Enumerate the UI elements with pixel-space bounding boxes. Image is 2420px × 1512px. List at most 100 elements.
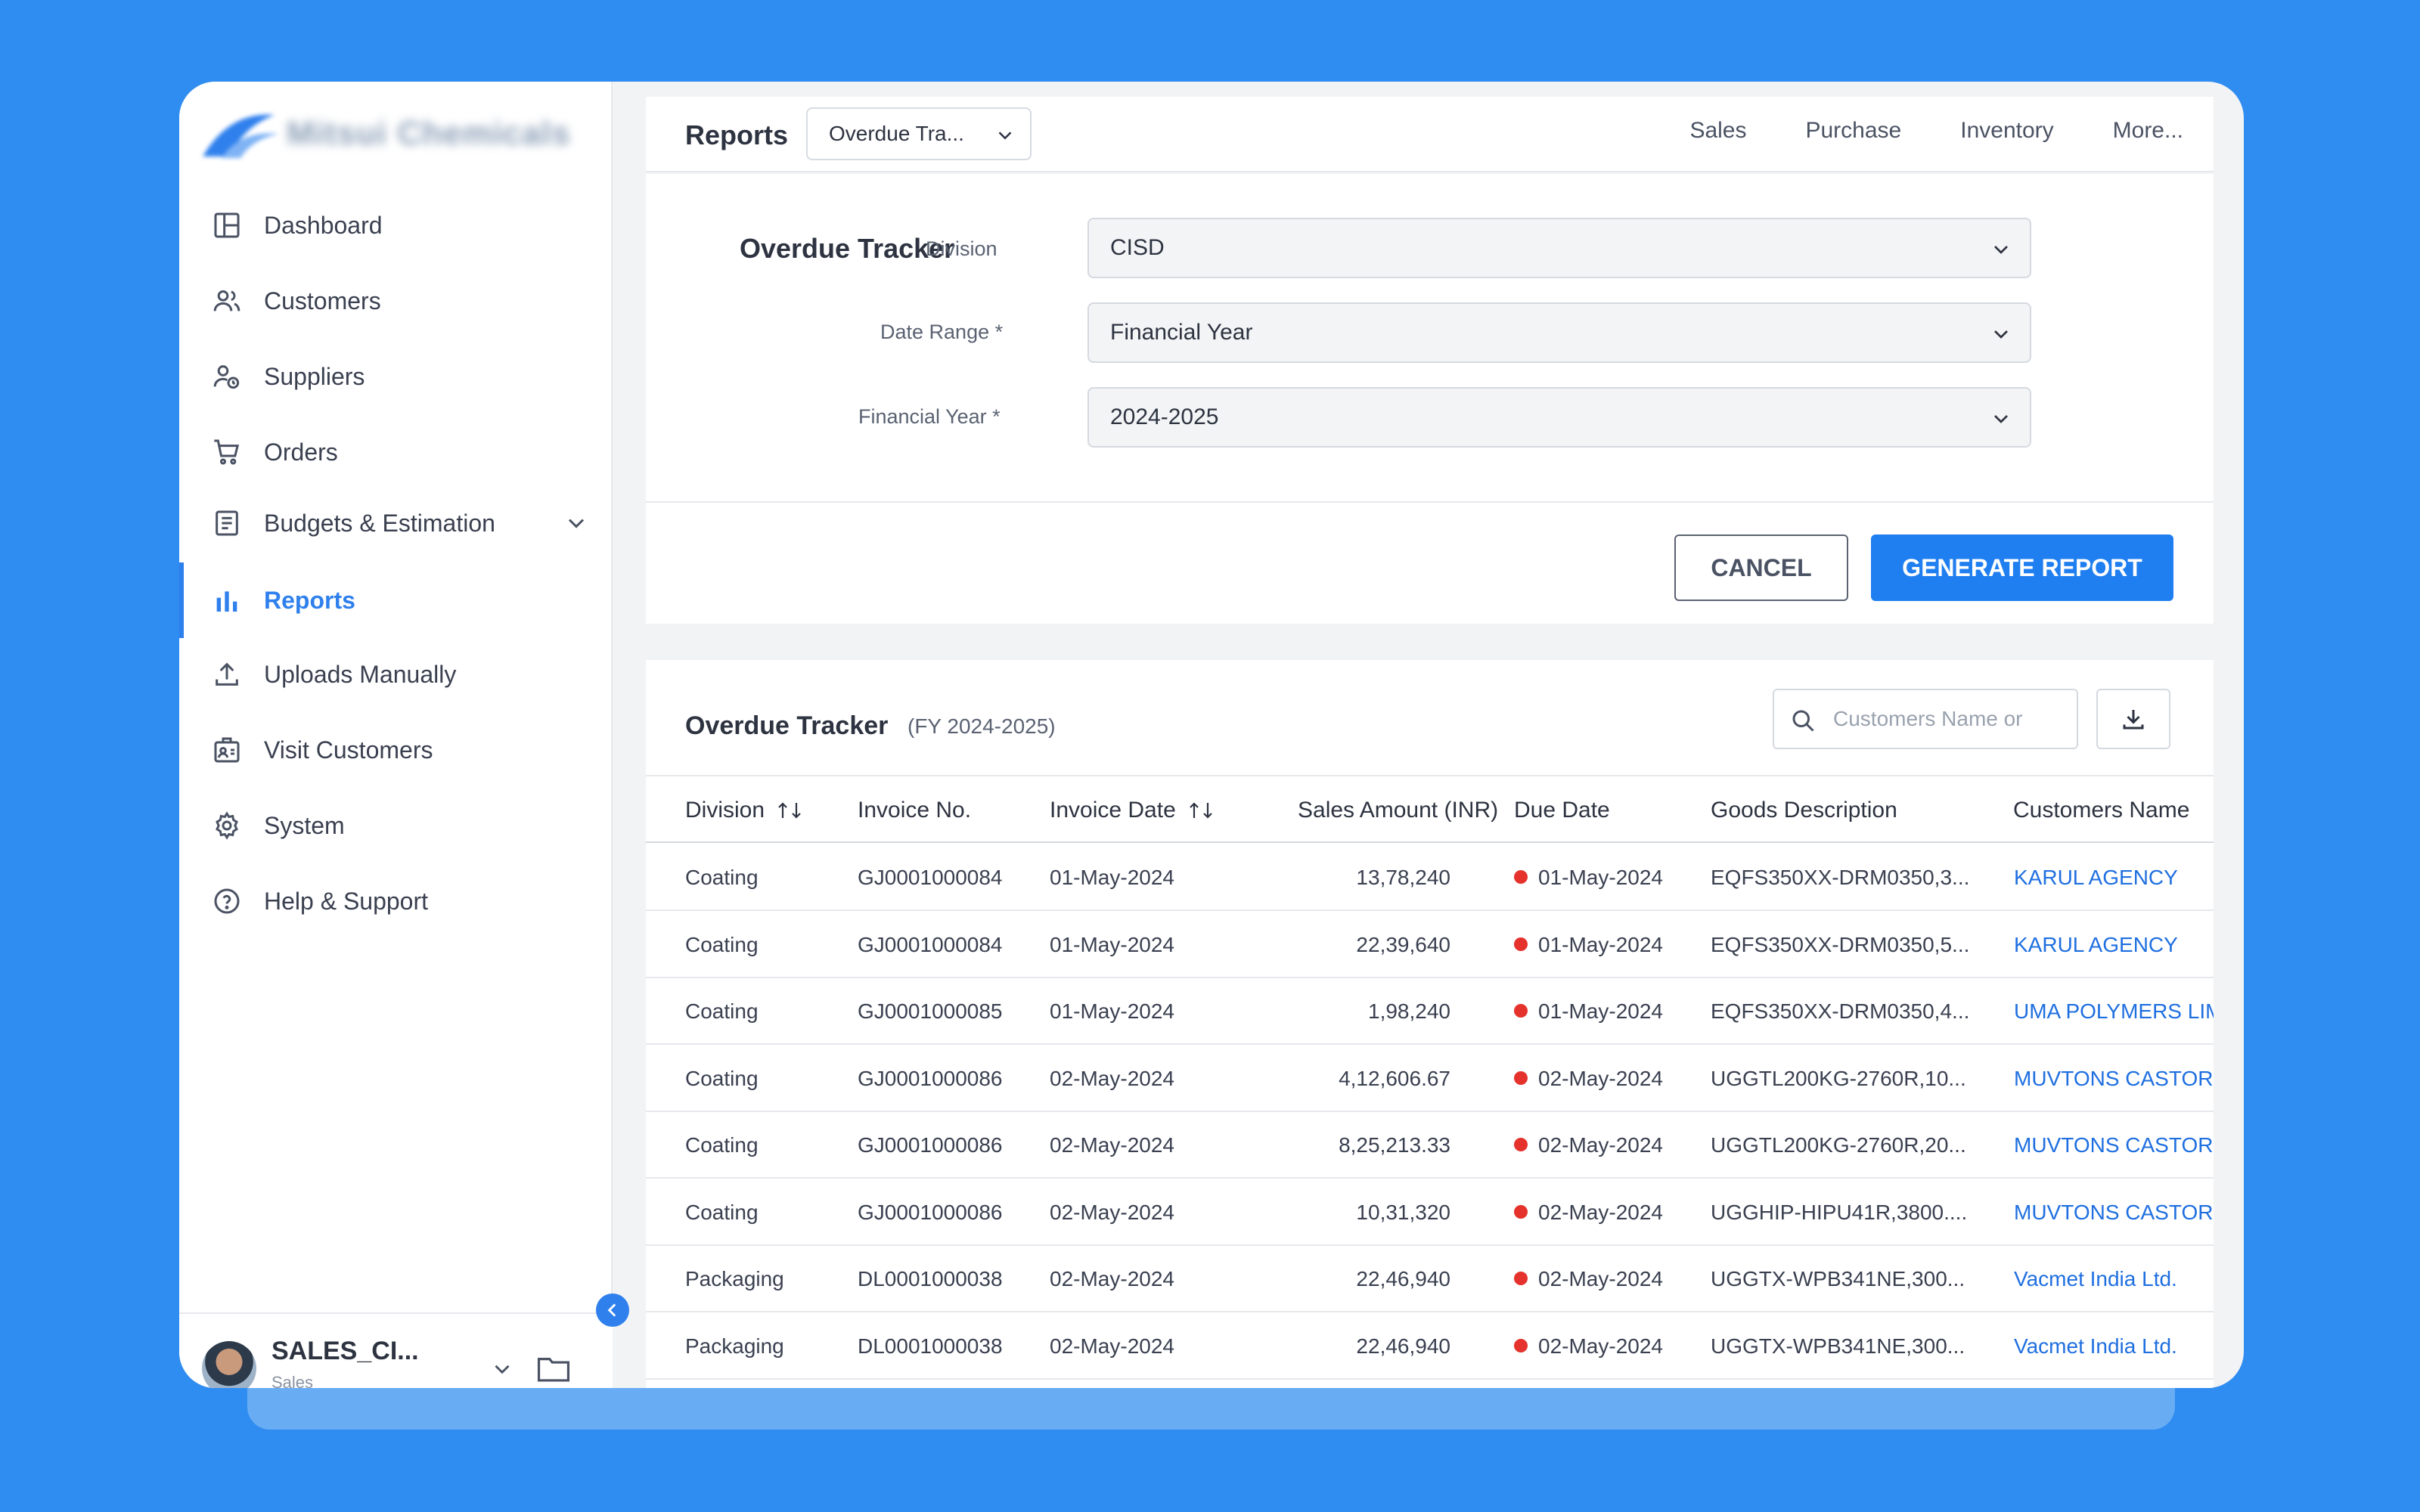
cell-sales-amount-text: 8,25,213.33 xyxy=(1339,1133,1450,1157)
table-row[interactable]: Coating GJ0001000086 02-May-2024 8,25,213.3… xyxy=(646,1112,2214,1179)
cell-customer-name[interactable]: MUVTONS CASTORS xyxy=(2014,1201,2214,1225)
sidebar-item-orders[interactable]: Orders xyxy=(179,422,613,482)
cell-division: Coating xyxy=(685,1067,759,1091)
table-row[interactable]: Coating GJ0001000085 01-May-2024 1,98,240 01… xyxy=(646,978,2214,1045)
cell-goods-description: EQFS350XX-DRM0350,3... xyxy=(1711,866,1983,890)
collapse-sidebar-button[interactable] xyxy=(596,1294,629,1327)
link-purchase[interactable]: Purchase xyxy=(1805,118,1901,144)
report-type-select[interactable]: Overdue Tra... xyxy=(806,107,1032,160)
table-row[interactable]: Coating GJ0001000086 02-May-2024 10,31,320 0… xyxy=(646,1179,2214,1246)
overdue-status-dot xyxy=(1514,1338,1528,1352)
download-button[interactable] xyxy=(2096,689,2170,749)
financial-year-label: Financial Year * xyxy=(858,405,1001,428)
visit-icon xyxy=(211,734,243,766)
chevron-down-icon[interactable] xyxy=(489,1356,515,1382)
brand-logo[interactable]: Mitsui Chemicals xyxy=(199,92,570,175)
cell-goods-description: UGGTL200KG-2760R,20... xyxy=(1711,1133,1983,1157)
cell-due-date-text: 02-May-2024 xyxy=(1538,1133,1663,1157)
cell-due-date-text: 02-May-2024 xyxy=(1538,1200,1663,1224)
overdue-status-dot xyxy=(1514,1204,1528,1219)
cell-invoice-date: 02-May-2024 xyxy=(1050,1133,1174,1157)
sidebar-item-dashboard[interactable]: Dashboard xyxy=(179,195,613,256)
avatar[interactable] xyxy=(202,1341,256,1388)
division-select[interactable]: CISD xyxy=(1087,218,2031,278)
table-row[interactable]: Packaging DL0001000038 02-May-2024 22,46,94… xyxy=(646,1313,2214,1380)
cell-sales-amount: 4,12,606.67 xyxy=(1298,1067,1450,1091)
cell-due-date: 01-May-2024 xyxy=(1514,866,1663,890)
cell-due-date: 02-May-2024 xyxy=(1514,1067,1663,1091)
cell-invoice-date: 02-May-2024 xyxy=(1050,1267,1174,1291)
column-header-invoice-no[interactable]: Invoice No. xyxy=(858,798,971,823)
column-label: Invoice Date xyxy=(1050,798,1176,823)
cell-customer-name[interactable]: Vacmet India Ltd. xyxy=(2014,1267,2214,1291)
table-row[interactable]: Packaging DL0001000038 02-May-2024 22,46,94… xyxy=(646,1246,2214,1312)
sort-icon[interactable] xyxy=(1187,799,1217,822)
cell-division: Coating xyxy=(685,1201,759,1225)
cell-customer-name[interactable]: MUVTONS CASTORS xyxy=(2014,1133,2214,1157)
generate-report-button[interactable]: GENERATE REPORT xyxy=(1871,534,2173,601)
user-panel[interactable]: SALES_CI... Sales xyxy=(179,1312,613,1388)
overdue-status-dot xyxy=(1514,1138,1528,1151)
cell-customer-name[interactable]: KARUL AGENCY xyxy=(2014,933,2214,957)
sidebar-item-suppliers[interactable]: Suppliers xyxy=(179,346,613,407)
column-header-sales-amount[interactable]: Sales Amount (INR) xyxy=(1298,798,1498,823)
table-header: Division Invoice No. Invoice Date Sales … xyxy=(646,775,2214,843)
sidebar-item-help[interactable]: Help & Support xyxy=(179,871,613,931)
column-header-invoice-date[interactable]: Invoice Date xyxy=(1050,798,1217,823)
cell-goods-description-text: EQFS350XX-DRM0350,4... xyxy=(1711,999,1970,1023)
table-row[interactable]: Coating GJ0001000086 02-May-2024 4,12,606.6… xyxy=(646,1046,2214,1112)
sidebar-item-budgets[interactable]: Budgets & Estimation xyxy=(179,493,613,553)
cell-due-date: 01-May-2024 xyxy=(1514,933,1663,957)
cell-due-date: 02-May-2024 xyxy=(1514,1334,1663,1359)
gear-icon xyxy=(211,810,243,841)
cell-customer-name[interactable]: UMA POLYMERS LIM xyxy=(2014,999,2214,1024)
chevron-down-icon xyxy=(998,132,1012,140)
app-window: Mitsui Chemicals Dashboard Customers Sup… xyxy=(179,82,2244,1388)
date-range-select[interactable]: Financial Year xyxy=(1087,302,2031,363)
cell-division: Coating xyxy=(685,866,759,890)
sidebar-item-reports[interactable]: Reports xyxy=(179,562,613,638)
financial-year-select[interactable]: 2024-2025 xyxy=(1087,387,2031,448)
cancel-button[interactable]: CANCEL xyxy=(1674,534,1848,601)
sidebar-item-customers[interactable]: Customers xyxy=(179,271,613,331)
cell-invoice-date-text: 02-May-2024 xyxy=(1050,1200,1174,1224)
cell-invoice-date: 02-May-2024 xyxy=(1050,1067,1174,1091)
link-more[interactable]: More... xyxy=(2113,118,2183,144)
table-row[interactable]: Coating GJ0001000084 01-May-2024 22,39,640 0… xyxy=(646,912,2214,978)
cell-invoice-no: DL0001000038 xyxy=(858,1267,1003,1291)
cell-invoice-no-text: GJ0001000085 xyxy=(858,999,1003,1023)
user-name: SALES_CI... xyxy=(271,1337,419,1365)
date-range-value: Financial Year xyxy=(1110,320,1253,345)
cell-division: Coating xyxy=(685,933,759,957)
search-input[interactable] xyxy=(1833,702,2068,736)
budget-icon xyxy=(211,507,243,539)
column-label: Division xyxy=(685,798,765,823)
cell-invoice-no-text: GJ0001000084 xyxy=(858,866,1003,889)
cell-customer-name[interactable]: Vacmet India Ltd. xyxy=(2014,1334,2214,1359)
sort-icon[interactable] xyxy=(775,799,805,822)
cell-due-date-text: 01-May-2024 xyxy=(1538,932,1663,956)
column-header-due-date[interactable]: Due Date xyxy=(1514,798,1610,823)
link-sales[interactable]: Sales xyxy=(1689,118,1746,144)
column-header-division[interactable]: Division xyxy=(685,798,805,823)
cell-division-text: Coating xyxy=(685,866,759,889)
logo-icon xyxy=(203,114,278,158)
folder-icon[interactable] xyxy=(536,1353,571,1383)
chevron-down-icon[interactable] xyxy=(563,510,590,537)
sidebar-item-uploads[interactable]: Uploads Manually xyxy=(179,644,613,705)
cell-division: Coating xyxy=(685,999,759,1024)
table-row[interactable]: Coating GJ0001000084 01-May-2024 13,78,240 0… xyxy=(646,844,2214,911)
cell-customer-name[interactable]: MUVTONS CASTORS xyxy=(2014,1067,2214,1091)
cell-customer-name[interactable]: KARUL AGENCY xyxy=(2014,866,2214,890)
cell-due-date-text: 02-May-2024 xyxy=(1538,1334,1663,1358)
sidebar-item-system[interactable]: System xyxy=(179,795,613,856)
sidebar-item-visit-customers[interactable]: Visit Customers xyxy=(179,720,613,780)
cell-invoice-no: GJ0001000085 xyxy=(858,999,1003,1024)
search-box[interactable] xyxy=(1773,689,2078,749)
overdue-status-dot xyxy=(1514,870,1528,884)
cell-goods-description: EQFS350XX-DRM0350,5... xyxy=(1711,933,1983,957)
link-inventory[interactable]: Inventory xyxy=(1960,118,2053,144)
column-header-customers-name[interactable]: Customers Name xyxy=(2013,798,2189,823)
cell-division-text: Coating xyxy=(685,1066,759,1090)
column-header-goods-description[interactable]: Goods Description xyxy=(1711,798,1897,823)
